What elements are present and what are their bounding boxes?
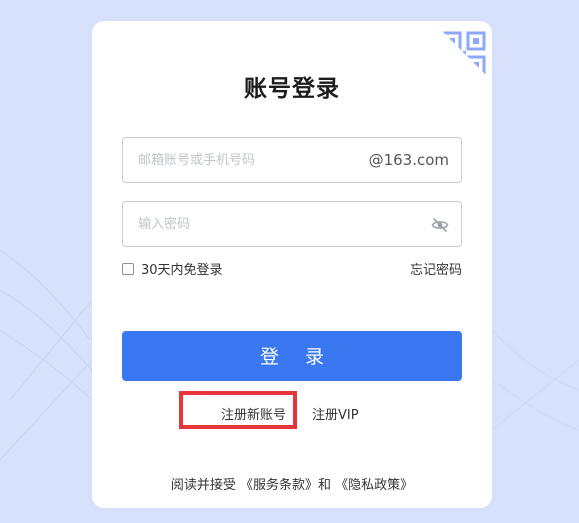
eye-slash-icon[interactable] xyxy=(431,216,449,234)
login-card: 账号登录 @163.com 30天内免登录 忘记密码 登 录 注册新账号 注册V… xyxy=(92,21,492,508)
password-input[interactable] xyxy=(123,202,461,246)
remember-login[interactable]: 30天内免登录 xyxy=(122,259,223,278)
password-field[interactable] xyxy=(122,201,462,247)
forgot-password-link[interactable]: 忘记密码 xyxy=(410,259,462,278)
register-vip-link[interactable]: 注册VIP xyxy=(312,404,359,423)
page-title: 账号登录 xyxy=(244,76,340,102)
register-new-account-link[interactable]: 注册新账号 xyxy=(221,404,286,423)
terms-prefix: 阅读并接受 xyxy=(170,478,236,493)
email-domain-suffix: @163.com xyxy=(368,151,449,169)
remember-label: 30天内免登录 xyxy=(141,263,223,278)
login-button[interactable]: 登 录 xyxy=(122,331,462,381)
remember-checkbox[interactable] xyxy=(122,262,134,275)
terms-notice: 阅读并接受 《服务条款》和 《隐私政策》 xyxy=(92,474,492,493)
email-field[interactable]: @163.com xyxy=(122,137,462,183)
privacy-policy-link[interactable]: 《隐私政策》 xyxy=(335,478,413,493)
terms-and: 和 xyxy=(318,478,332,493)
service-terms-link[interactable]: 《服务条款》 xyxy=(240,478,318,493)
